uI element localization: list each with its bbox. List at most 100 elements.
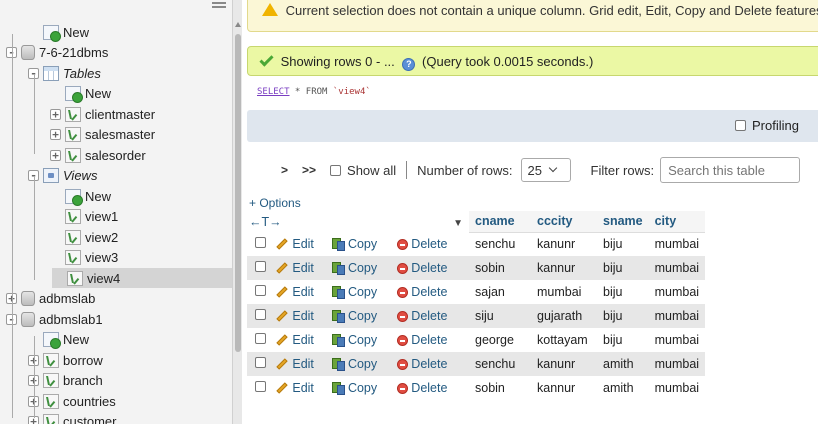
tree-item-label[interactable]: clientmaster <box>85 107 155 122</box>
help-icon[interactable]: ? <box>402 58 416 71</box>
row-checkbox[interactable] <box>255 333 266 344</box>
expand-icon[interactable]: + <box>50 129 61 140</box>
tree-item[interactable]: New <box>50 84 111 104</box>
tree-item-label[interactable]: view3 <box>85 250 118 265</box>
tree-item[interactable]: + salesmaster <box>50 125 155 145</box>
row-checkbox[interactable] <box>255 261 266 272</box>
tree-item[interactable]: New <box>50 186 111 206</box>
tree-item-label[interactable]: borrow <box>63 353 103 368</box>
tree-item[interactable]: view4 <box>52 268 232 288</box>
copy-link[interactable]: Copy <box>331 280 397 304</box>
table-row[interactable]: Edit Copy Delete siju gujarath biju mumbai <box>247 304 706 328</box>
delete-link[interactable]: Delete <box>397 232 469 256</box>
tree-item[interactable]: +borrow <box>28 350 103 370</box>
copy-link[interactable]: Copy <box>331 376 397 400</box>
table-row[interactable]: Edit Copy Delete george kottayam biju mumbai <box>247 328 705 352</box>
tree-item-label[interactable]: salesorder <box>85 148 146 163</box>
last-page-button[interactable]: >> <box>302 163 316 177</box>
tree-item-label[interactable]: New <box>85 189 111 204</box>
tree-item[interactable]: -Views <box>28 166 97 186</box>
delete-link[interactable]: Delete <box>397 328 469 352</box>
column-header-cccity[interactable]: cccity <box>531 211 597 233</box>
tree-item[interactable]: view3 <box>50 248 118 268</box>
edit-link[interactable]: Edit <box>276 256 332 280</box>
tree-item-label[interactable]: New <box>63 25 89 40</box>
tree-item[interactable]: +adbmslab <box>6 289 95 309</box>
tree-item-label[interactable]: countries <box>63 394 116 409</box>
collapse-panel-icon[interactable] <box>212 2 226 8</box>
column-header-city[interactable]: city <box>648 211 706 233</box>
tree-item[interactable]: view2 <box>50 227 118 247</box>
expand-icon[interactable]: + <box>50 149 61 161</box>
profiling-toggle[interactable]: Profiling <box>735 118 799 133</box>
rows-count-select[interactable]: 25 <box>520 158 571 182</box>
tree-item-label[interactable]: customer <box>63 414 116 424</box>
tree-item[interactable]: -adbmslab1 <box>6 309 103 329</box>
column-header-sname[interactable]: sname <box>597 211 649 233</box>
column-resize-arrows-icon[interactable]: ←T→ <box>249 215 282 229</box>
tree-item-label[interactable]: view4 <box>87 271 120 286</box>
nav-scrollbar[interactable] <box>232 0 242 424</box>
tree-item[interactable]: New <box>28 22 89 42</box>
tree-item[interactable]: + salesorder <box>50 145 146 165</box>
show-all-checkbox[interactable] <box>330 164 342 176</box>
edit-link[interactable]: Edit <box>276 352 332 376</box>
tree-item[interactable]: - Tables <box>28 63 101 83</box>
next-page-button[interactable]: > <box>281 163 288 177</box>
tree-item[interactable]: New <box>28 330 89 350</box>
row-checkbox[interactable] <box>255 309 266 320</box>
tree-item-label[interactable]: adbmslab <box>39 291 95 306</box>
tree-item-label[interactable]: 7-6-21dbms <box>39 45 108 60</box>
profiling-checkbox[interactable] <box>735 120 746 131</box>
edit-link[interactable]: Edit <box>276 232 332 256</box>
row-checkbox[interactable] <box>255 357 266 368</box>
tree-item[interactable]: -7-6-21dbms <box>6 43 108 63</box>
tree-item-label[interactable]: salesmaster <box>85 127 155 142</box>
copy-link[interactable]: Copy <box>331 256 398 280</box>
tree-item[interactable]: view1 <box>50 207 118 227</box>
tree-item[interactable]: +branch <box>28 371 103 391</box>
row-checkbox[interactable] <box>255 285 266 296</box>
delete-link[interactable]: Delete <box>397 256 469 280</box>
copy-label: Copy <box>347 357 378 371</box>
scroll-up-icon[interactable] <box>235 22 241 27</box>
tree-item[interactable]: +countries <box>28 391 116 411</box>
scroll-thumb[interactable] <box>235 34 241 352</box>
tree-item-label[interactable]: view2 <box>85 230 118 245</box>
tree-item-label[interactable]: view1 <box>85 209 118 224</box>
copy-link[interactable]: Copy <box>331 232 397 256</box>
copy-link[interactable]: Copy <box>331 304 398 328</box>
tree-item-label[interactable]: Views <box>63 168 97 183</box>
row-checkbox[interactable] <box>255 237 266 248</box>
row-checkbox[interactable] <box>255 381 266 392</box>
tree-guide-line <box>12 326 13 418</box>
options-link[interactable]: + Options <box>249 196 301 210</box>
tree-item-label[interactable]: branch <box>63 373 103 388</box>
delete-link[interactable]: Delete <box>397 280 469 304</box>
filter-rows-input[interactable] <box>660 157 801 183</box>
edit-link[interactable]: Edit <box>276 376 332 400</box>
tree-item-label[interactable]: New <box>85 86 111 101</box>
delete-link[interactable]: Delete <box>397 352 469 376</box>
tree-item[interactable]: + clientmaster <box>50 104 155 124</box>
delete-link[interactable]: Delete <box>397 304 469 328</box>
table-row[interactable]: Edit Copy Delete sobin kannur amith mumbai <box>247 376 705 400</box>
edit-link[interactable]: Edit <box>276 328 332 352</box>
table-row[interactable]: Edit Copy Delete senchu kanunr biju mumbai <box>247 232 705 256</box>
table-row[interactable]: Edit Copy Delete senchu kanunr amith mumbai <box>247 352 706 376</box>
tree-item-label[interactable]: Tables <box>63 66 101 81</box>
copy-link[interactable]: Copy <box>331 328 397 352</box>
tree-item[interactable]: + customer <box>28 412 116 424</box>
table-row[interactable]: Edit Copy Delete sobin kannur biju mumbai <box>247 256 706 280</box>
edit-link[interactable]: Edit <box>276 280 332 304</box>
column-header-cname[interactable]: cname <box>469 211 531 233</box>
edit-link[interactable]: Edit <box>276 304 332 328</box>
delete-link[interactable]: Delete <box>397 376 469 400</box>
sql-keyword-link[interactable]: SELECT <box>257 87 290 97</box>
sort-dropdown-icon[interactable]: ▼ <box>453 218 463 229</box>
tree-item-label[interactable]: adbmslab1 <box>39 312 103 327</box>
tree-item-label[interactable]: New <box>63 332 89 347</box>
copy-link[interactable]: Copy <box>331 352 398 376</box>
table-row[interactable]: Edit Copy Delete sajan mumbai biju mumbai <box>247 280 705 304</box>
expand-icon[interactable]: + <box>50 108 61 120</box>
